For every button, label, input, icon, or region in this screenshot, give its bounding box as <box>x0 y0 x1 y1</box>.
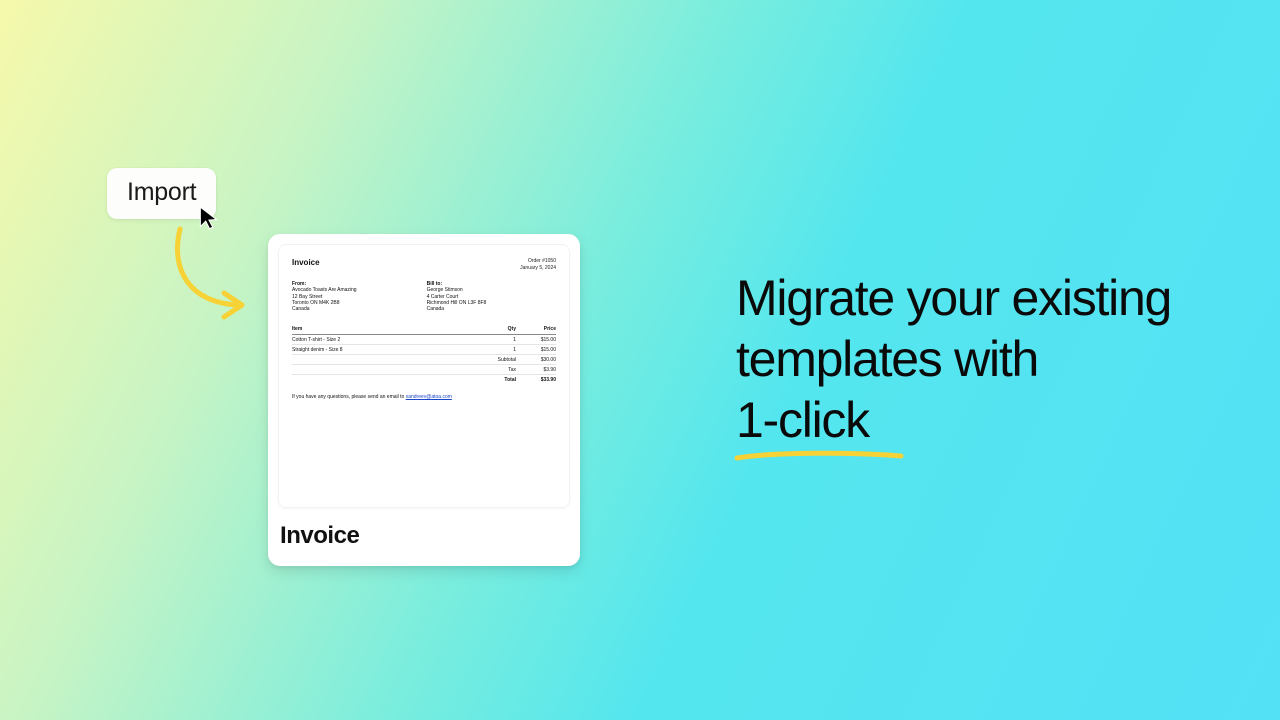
from-name: Avocado Toasts Are Amazing <box>292 287 357 293</box>
tax-value: $3.90 <box>516 365 556 375</box>
col-item: Item <box>292 324 486 335</box>
footer-email-link[interactable]: xandreev@atoa.com <box>406 394 452 400</box>
invoice-preview: Invoice Order #1050 January 5, 2024 From… <box>278 244 570 508</box>
template-card[interactable]: Invoice Order #1050 January 5, 2024 From… <box>268 234 580 566</box>
from-line2: Toronto ON M4K 2B8 <box>292 300 340 306</box>
line-price: $15.00 <box>516 335 556 345</box>
tax-row: Tax $3.90 <box>292 365 556 375</box>
headline-highlight: 1-click <box>736 392 869 448</box>
line-price: $15.00 <box>516 345 556 355</box>
bill-line2: Richmond Hill ON L3F 8F8 <box>427 300 487 306</box>
invoice-date: January 5, 2024 <box>520 265 556 272</box>
promo-stage: Import Invoice Order #1050 January 5, 20… <box>0 0 1280 720</box>
line-qty: 1 <box>486 335 516 345</box>
line-qty: 1 <box>486 345 516 355</box>
invoice-title: Invoice <box>292 258 320 267</box>
underline-icon <box>734 449 904 463</box>
from-line1: 12 Bay Street <box>292 294 322 300</box>
footer-text: If you have any questions, please send a… <box>292 394 406 400</box>
headline-line2: templates with <box>736 331 1038 387</box>
from-label: From: <box>292 281 306 287</box>
from-address: From: Avocado Toasts Are Amazing 12 Bay … <box>292 281 357 312</box>
bill-label: Bill to: <box>427 281 443 287</box>
col-qty: Qty <box>486 324 516 335</box>
subtotal-value: $30.00 <box>516 355 556 365</box>
arrow-icon <box>160 225 260 335</box>
headline: Migrate your existing templates with 1-c… <box>736 268 1236 451</box>
bill-address: Bill to: George Stimson 4 Carter Court R… <box>427 281 487 312</box>
total-row: Total $33.90 <box>292 375 556 385</box>
table-row: Cotton T-shirt - Size 2 1 $15.00 <box>292 335 556 345</box>
card-title: Invoice <box>268 508 580 566</box>
col-price: Price <box>516 324 556 335</box>
total-label: Total <box>486 375 516 385</box>
subtotal-label: Subtotal <box>486 355 516 365</box>
invoice-line-items: Item Qty Price Cotton T-shirt - Size 2 1… <box>292 324 556 384</box>
import-button-label: Import <box>127 178 196 206</box>
bill-name: George Stimson <box>427 287 463 293</box>
invoice-footer: If you have any questions, please send a… <box>292 394 556 400</box>
bill-line1: 4 Carter Court <box>427 294 459 300</box>
table-row: Straight denim - Size 8 1 $15.00 <box>292 345 556 355</box>
headline-line1: Migrate your existing <box>736 270 1171 326</box>
bill-country: Canada <box>427 306 445 312</box>
tax-label: Tax <box>486 365 516 375</box>
line-item: Straight denim - Size 8 <box>292 345 486 355</box>
total-value: $33.90 <box>516 375 556 385</box>
from-country: Canada <box>292 306 310 312</box>
line-item: Cotton T-shirt - Size 2 <box>292 335 486 345</box>
subtotal-row: Subtotal $30.00 <box>292 355 556 365</box>
